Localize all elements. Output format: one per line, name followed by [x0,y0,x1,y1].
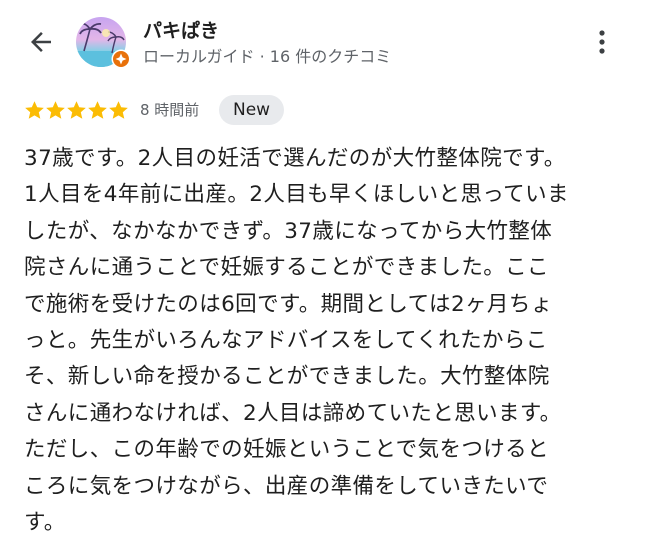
review-text-line: 37歳です。2人目の妊活で選んだのが大竹整体院です。 [24,146,566,171]
review-time: 8 時間前 [140,101,200,119]
star-icon [67,101,86,119]
more-vert-icon [599,30,605,54]
review-text-line: したが、なかなかできず。37歳になってから大竹整体 [24,218,553,244]
review-text-line: さんに通わなければ、2人目は諦めていたと思います。 [24,400,562,426]
more-options-button[interactable] [590,28,614,56]
review-text-line: そ、新しい命を授かることができました。大竹整体院 [24,364,550,390]
back-button[interactable] [26,27,56,57]
review-text-line: で施術を受けたのは6回です。期間としては2ヶ月ちょ [24,291,553,317]
reviewer-subtitle: ローカルガイド · 16 件のクチコミ [143,47,392,66]
star-icon [46,101,65,119]
arrow-back-icon [31,32,51,52]
reviewer-avatar[interactable] [76,17,131,69]
review-text: 37歳です。2人目の妊活で選んだのが大竹整体院です。 1人目を4年前に出産。2人目… [24,141,624,541]
review-text-line: 院さんに通うことで妊娠することができました。ここ [24,255,549,281]
star-rating [24,100,129,121]
review-text-line: ただし、この年齢での妊娠ということで気をつけると [24,437,549,463]
review-text-line: っと。先生がいろんなアドバイスをしてくれたからこ [24,328,548,354]
star-icon [25,101,44,119]
review-text-line: す。 [24,510,66,536]
review-text-line: 1人目を4年前に出産。2人目も早くほしいと思っていま [24,182,569,208]
local-guide-badge-icon [111,49,131,69]
star-icon [88,101,107,119]
star-icon [109,101,128,119]
new-badge: New [219,95,285,125]
reviewer-name[interactable]: パキぱき [143,16,219,43]
review-text-line: ころに気をつけながら、出産の準備をしていきたいで [24,473,549,499]
